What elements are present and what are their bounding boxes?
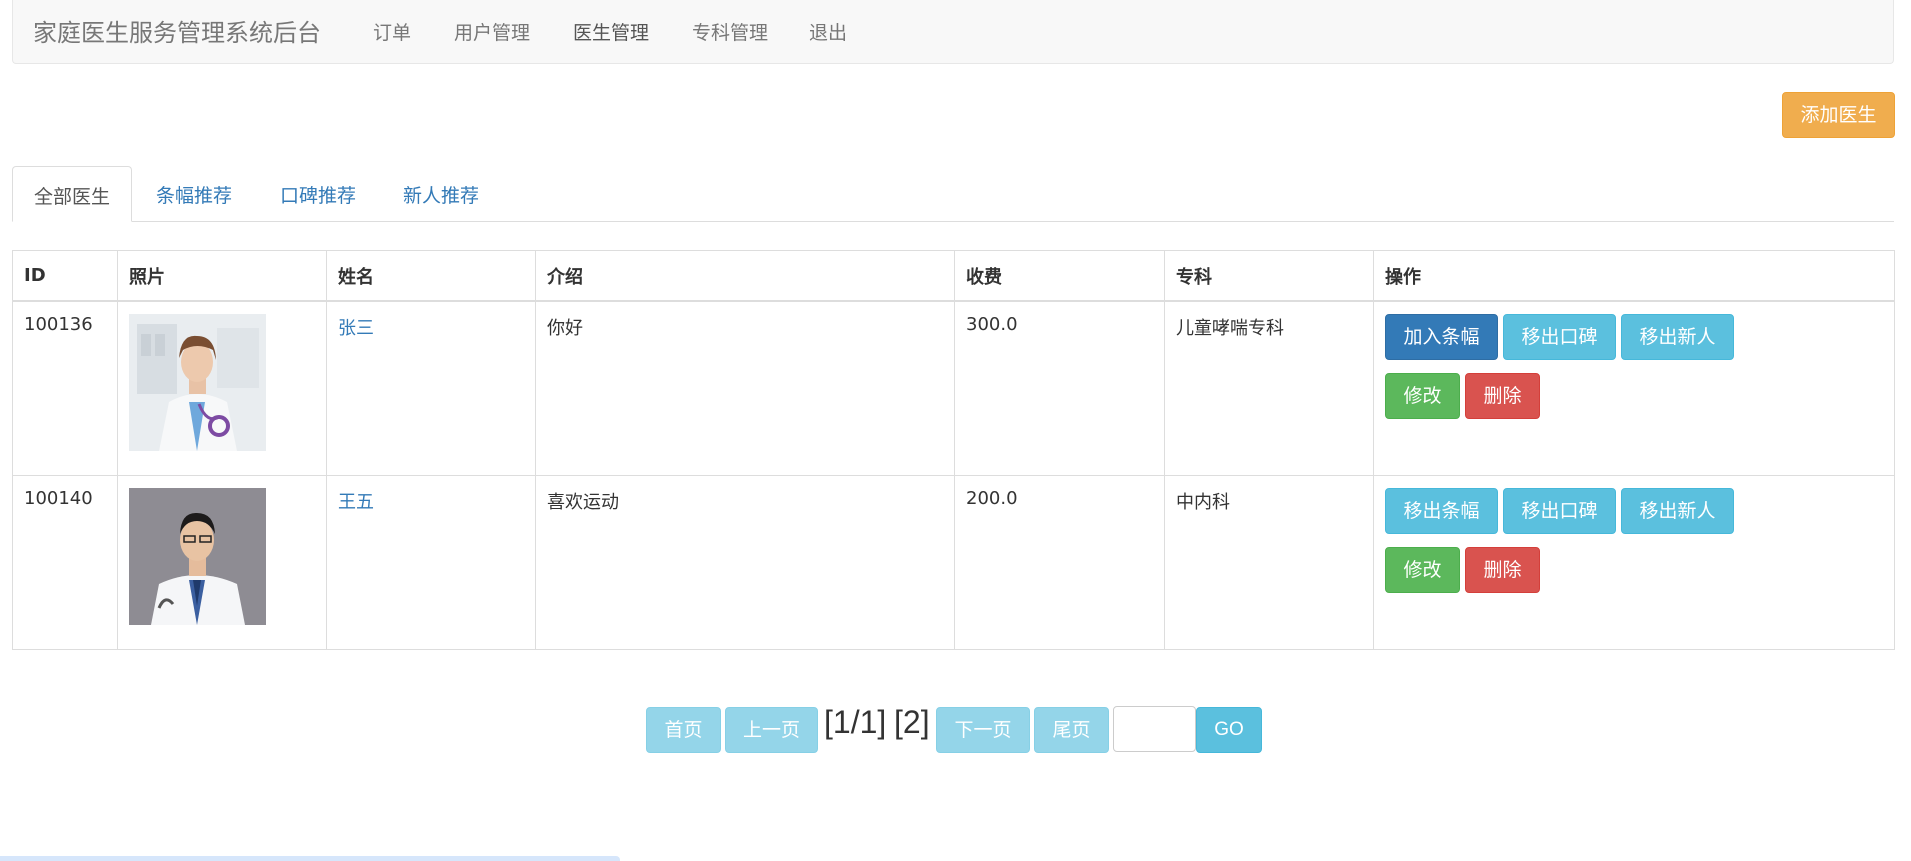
last-page-button[interactable]: 尾页	[1034, 707, 1109, 753]
cell-photo	[117, 300, 327, 476]
remove-newcomer-button[interactable]: 移出新人	[1621, 314, 1734, 360]
doctor-table: ID 照片 姓名 介绍 收费 专科 操作 100136 张三 你好 300.0 …	[12, 250, 1895, 650]
doctor-name-link[interactable]: 张三	[338, 318, 374, 339]
tab-banner-recommend[interactable]: 条幅推荐	[156, 166, 232, 222]
cell-id: 100140	[12, 474, 118, 650]
column-header-fee: 收费	[954, 250, 1165, 302]
page-indicator: [1/1]	[824, 704, 887, 740]
total-count: [2]	[894, 704, 930, 740]
tab-all-doctors[interactable]: 全部医生	[12, 166, 132, 222]
nav-item-specialty-management[interactable]: 专科管理	[692, 18, 768, 45]
column-header-photo: 照片	[117, 250, 327, 302]
nav-item-logout[interactable]: 退出	[809, 18, 847, 45]
cell-photo	[117, 474, 327, 650]
cell-fee: 300.0	[954, 300, 1165, 476]
prev-page-button[interactable]: 上一页	[725, 707, 818, 753]
row-actions: 移出条幅 移出口碑 移出新人 修改 删除	[1385, 487, 1883, 638]
edit-button[interactable]: 修改	[1385, 373, 1460, 419]
remove-banner-button[interactable]: 移出条幅	[1385, 487, 1498, 534]
cell-intro: 喜欢运动	[535, 474, 955, 650]
nav-item-orders[interactable]: 订单	[373, 18, 411, 45]
doctor-name-link[interactable]: 王五	[338, 492, 374, 513]
tab-newcomer-recommend[interactable]: 新人推荐	[403, 166, 479, 222]
next-page-button[interactable]: 下一页	[936, 707, 1030, 753]
remove-newcomer-button[interactable]: 移出新人	[1621, 487, 1734, 534]
column-header-actions: 操作	[1373, 250, 1895, 302]
delete-button[interactable]: 删除	[1465, 373, 1540, 419]
first-page-button[interactable]: 首页	[646, 707, 721, 753]
cell-intro: 你好	[535, 300, 955, 476]
column-header-intro: 介绍	[535, 250, 955, 302]
delete-button[interactable]: 删除	[1465, 546, 1540, 593]
column-header-name: 姓名	[326, 250, 536, 302]
top-navbar: 家庭医生服务管理系统后台 订单 用户管理 医生管理 专科管理 退出	[12, 0, 1894, 64]
edit-button[interactable]: 修改	[1385, 546, 1460, 593]
go-button[interactable]: GO	[1196, 707, 1262, 753]
app-brand[interactable]: 家庭医生服务管理系统后台	[33, 13, 321, 48]
row-actions: 加入条幅 移出口碑 移出新人 修改 删除	[1385, 314, 1883, 464]
add-banner-button[interactable]: 加入条幅	[1385, 314, 1498, 360]
cell-specialty: 中内科	[1164, 474, 1374, 650]
cell-fee: 200.0	[954, 474, 1165, 650]
add-doctor-button[interactable]: 添加医生	[1782, 92, 1895, 138]
page-number-input[interactable]	[1113, 706, 1196, 752]
tab-reputation-recommend[interactable]: 口碑推荐	[280, 166, 356, 222]
doctor-photo-female	[129, 314, 266, 451]
doctor-photo-male	[129, 487, 266, 625]
cell-specialty: 儿童哮喘专科	[1164, 300, 1374, 476]
table-row: 100140 王五 喜欢运动 200.0 中内科 移出条幅 移出口碑 移出新人 …	[12, 474, 1895, 650]
horizontal-scrollbar[interactable]	[0, 856, 620, 861]
remove-reputation-button[interactable]: 移出口碑	[1503, 487, 1616, 534]
nav-item-doctor-management[interactable]: 医生管理	[573, 18, 649, 45]
table-header-row: ID 照片 姓名 介绍 收费 专科 操作	[12, 250, 1895, 302]
remove-reputation-button[interactable]: 移出口碑	[1503, 314, 1616, 360]
column-header-specialty: 专科	[1164, 250, 1374, 302]
column-header-id: ID	[12, 250, 118, 302]
nav-item-user-management[interactable]: 用户管理	[454, 18, 530, 45]
table-row: 100136 张三 你好 300.0 儿童哮喘专科 加入条幅 移出口碑 移出新人…	[12, 300, 1895, 476]
cell-id: 100136	[12, 300, 118, 476]
